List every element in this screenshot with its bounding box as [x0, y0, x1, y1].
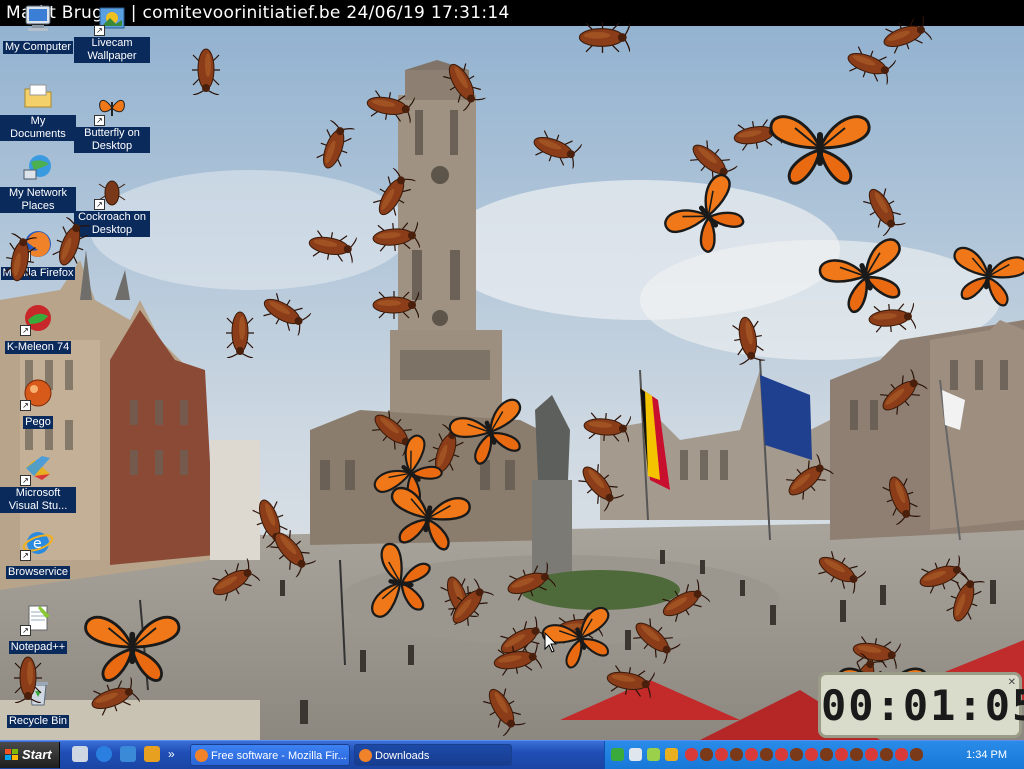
butterfly-critter: [370, 542, 431, 618]
butterfly-critter: [769, 115, 871, 185]
cockroach-critter: [14, 656, 42, 703]
media-icon[interactable]: [144, 746, 160, 762]
cockroach-critter: [507, 562, 557, 601]
firefox-icon: [195, 749, 208, 762]
cockroach-critter: [372, 291, 419, 319]
tray-cockroach-icon[interactable]: [820, 748, 833, 761]
tray-heart-icon[interactable]: [745, 748, 758, 761]
cockroach-critter: [578, 21, 630, 53]
cockroach-critter: [366, 90, 416, 124]
tray-app-icon[interactable]: [647, 748, 660, 761]
butterfly-critter: [953, 246, 1024, 307]
cockroach-critter: [483, 688, 526, 737]
cockroach-critter: [52, 216, 91, 266]
task-label: Free software - Mozilla Fir...: [211, 750, 347, 762]
tray-cockroach-icon[interactable]: [880, 748, 893, 761]
cockroach-critter: [212, 558, 261, 601]
show-desktop-icon[interactable]: [72, 746, 88, 762]
cockroach-critter: [4, 232, 38, 282]
cockroach-critter: [533, 130, 583, 169]
tray-heart-icon[interactable]: [805, 748, 818, 761]
tray-cockroach-icon[interactable]: [760, 748, 773, 761]
cockroach-critter: [308, 230, 358, 264]
windows-logo-icon: [5, 749, 18, 760]
butterfly-critter: [84, 615, 180, 682]
cockroach-critter: [578, 464, 625, 512]
cockroach-critter: [372, 221, 421, 252]
clock-digits: 00:01:05: [821, 681, 1024, 730]
cockroach-critter: [786, 453, 834, 500]
tray-heart-icon[interactable]: [895, 748, 908, 761]
taskbar: Start » Free software - Mozilla Fir... D…: [0, 740, 1024, 769]
tray-cockroach-icon[interactable]: [730, 748, 743, 761]
ie-icon[interactable]: [96, 746, 112, 762]
system-tray: 1:34 PM: [604, 741, 1024, 769]
cockroach-critter: [443, 63, 486, 112]
tray-cockroach-icon[interactable]: [850, 748, 863, 761]
cockroach-critter: [662, 579, 711, 622]
tray-heart-icon[interactable]: [715, 748, 728, 761]
downloads-icon: [359, 749, 372, 762]
tray-heart-icon[interactable]: [835, 748, 848, 761]
cockroach-critter: [263, 293, 312, 336]
tray-heart-icon[interactable]: [865, 748, 878, 761]
butterfly-critter: [664, 174, 745, 253]
cockroach-critter: [880, 368, 928, 415]
tray-clock[interactable]: 1:34 PM: [966, 741, 1007, 769]
quick-launch-chevron[interactable]: »: [168, 747, 175, 761]
cockroach-critter: [606, 665, 656, 699]
cockroach-critter: [583, 412, 632, 443]
outlook-icon[interactable]: [120, 746, 136, 762]
start-label: Start: [22, 747, 52, 762]
mouse-cursor-icon: [544, 632, 558, 653]
cockroach-critter: [732, 316, 766, 366]
task-button-firefox[interactable]: Free software - Mozilla Fir...: [190, 744, 350, 766]
cockroach-critter: [818, 551, 867, 594]
tray-cockroach-icon[interactable]: [790, 748, 803, 761]
tray-cockroach-icon[interactable]: [700, 748, 713, 761]
cockroach-critter: [882, 476, 921, 526]
cockroach-critter: [883, 15, 933, 54]
tray-heart-icon[interactable]: [775, 748, 788, 761]
cockroach-critter: [316, 119, 355, 169]
tray-app-icon[interactable]: [629, 748, 642, 761]
tray-cockroach-icon[interactable]: [910, 748, 923, 761]
tray-app-icon[interactable]: [665, 748, 678, 761]
tray-app-icon[interactable]: [611, 748, 624, 761]
clock-widget[interactable]: ✕ 00:01:05: [818, 672, 1024, 738]
cockroach-critter: [373, 167, 416, 216]
tray-heart-icon[interactable]: [685, 748, 698, 761]
critters-layer: [0, 0, 1024, 740]
cockroach-critter: [192, 48, 220, 95]
start-button[interactable]: Start: [0, 742, 60, 768]
cockroach-critter: [226, 311, 254, 358]
task-button-downloads[interactable]: Downloads: [354, 744, 512, 766]
task-label: Downloads: [375, 750, 430, 762]
